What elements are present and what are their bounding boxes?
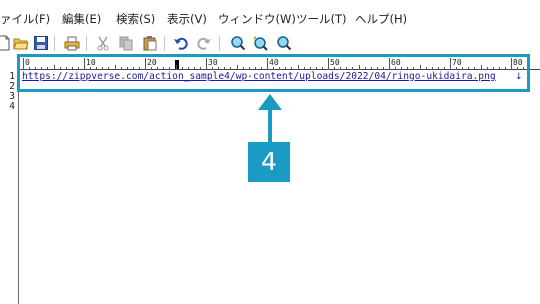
toolbar-separator: [164, 36, 165, 51]
step-number-badge: 4: [248, 142, 290, 182]
toolbar: [0, 32, 540, 54]
line-numbers: 1 2 3 4: [0, 72, 15, 112]
find-next-icon[interactable]: [252, 35, 268, 51]
menu-bar: ァイル(F) 編集(E) 検索(S) 表示(V) ウィンドウ(W) ツール(T)…: [0, 0, 540, 32]
copy-icon[interactable]: [118, 35, 134, 51]
highlight-box: [17, 54, 530, 92]
print-icon[interactable]: [64, 35, 80, 51]
menu-file[interactable]: ァイル(F): [0, 11, 50, 27]
line-number: 4: [9, 101, 15, 112]
gutter-divider: [18, 62, 19, 304]
menu-view[interactable]: 表示(V): [167, 11, 207, 27]
menu-window[interactable]: ウィンドウ(W): [218, 11, 296, 27]
toolbar-separator: [86, 36, 87, 51]
find-previous-icon[interactable]: [276, 35, 292, 51]
menu-tools[interactable]: ツール(T): [296, 11, 347, 27]
toolbar-separator: [54, 36, 55, 51]
toolbar-separator: [219, 36, 220, 51]
redo-icon[interactable]: [196, 35, 212, 51]
open-folder-icon[interactable]: [13, 35, 29, 51]
menu-search[interactable]: 検索(S): [116, 11, 155, 27]
find-icon[interactable]: [230, 35, 246, 51]
new-file-icon[interactable]: [0, 35, 12, 51]
undo-icon[interactable]: [173, 35, 189, 51]
menu-edit[interactable]: 編集(E): [62, 11, 101, 27]
cut-icon[interactable]: [95, 35, 111, 51]
save-icon[interactable]: [33, 35, 49, 51]
paste-icon[interactable]: [142, 35, 158, 51]
menu-help[interactable]: ヘルプ(H): [355, 11, 407, 27]
